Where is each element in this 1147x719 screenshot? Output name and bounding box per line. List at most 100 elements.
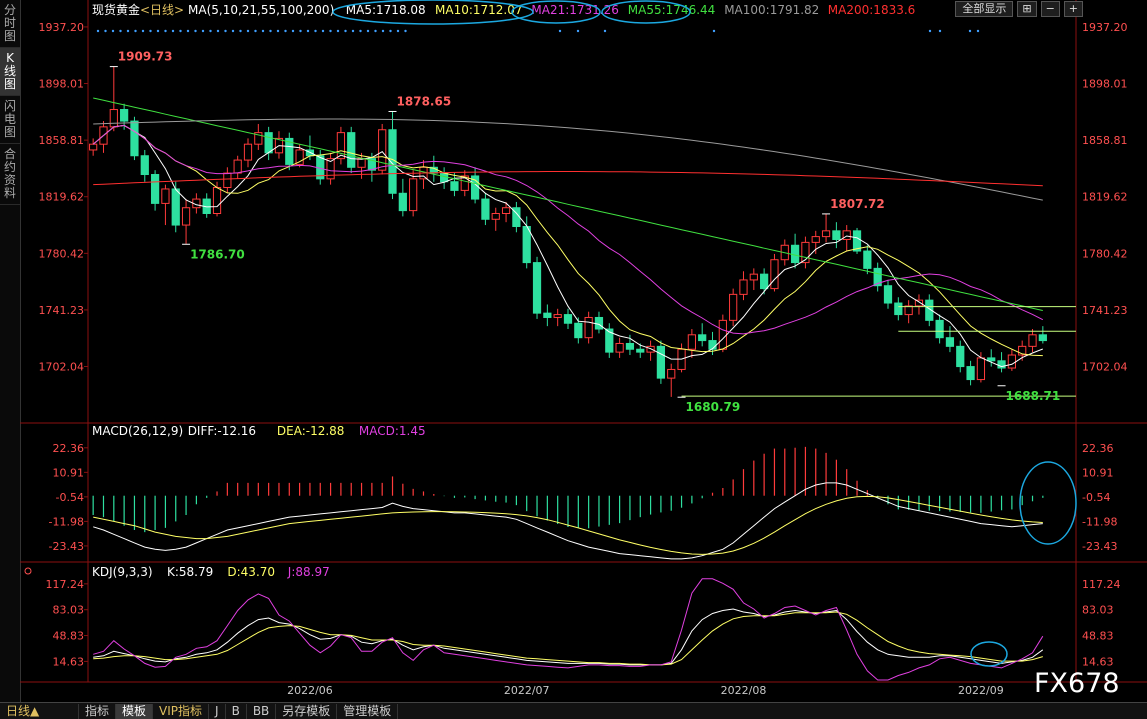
candle-body xyxy=(821,230,831,238)
bottom-tab-4[interactable]: B xyxy=(226,703,247,719)
signal-dot xyxy=(712,29,716,33)
signal-dot xyxy=(261,29,265,33)
legend-entry: MA55:1746.44 xyxy=(628,3,716,17)
candle-body xyxy=(347,132,356,168)
y-tick-label-right: 14.63 xyxy=(1082,655,1114,668)
signal-dot xyxy=(314,29,317,33)
watermark: FX678 xyxy=(1034,668,1120,699)
legend-prefix: KDJ(9,3,3) xyxy=(92,565,153,579)
candle-body xyxy=(109,109,118,128)
legend-entry: MACD:1.45 xyxy=(359,424,426,438)
y-tick-label-left: 14.63 xyxy=(53,655,85,668)
y-tick-label-left: 1741.23 xyxy=(39,304,85,317)
signal-dot xyxy=(928,29,932,33)
y-tick-label-right: 1937.20 xyxy=(1082,21,1128,34)
bottom-tab-0[interactable]: 指标 xyxy=(79,703,117,719)
top-button-0[interactable]: 全部显示 xyxy=(955,1,1014,17)
candle-body xyxy=(687,334,696,350)
candle-body xyxy=(966,366,975,381)
bottom-tab-3[interactable]: J xyxy=(209,703,226,719)
candle-body xyxy=(398,192,407,212)
candle-body xyxy=(130,120,139,157)
signal-dot xyxy=(299,29,302,33)
candle-body xyxy=(161,188,170,204)
candle-body xyxy=(481,198,490,220)
y-tick-label-right: 117.24 xyxy=(1082,578,1121,591)
candle-body xyxy=(553,314,562,318)
legend-entry: MA200:1833.6 xyxy=(828,3,916,17)
candle-body xyxy=(140,155,149,176)
signal-dot xyxy=(938,29,942,33)
candle-body xyxy=(760,273,769,290)
signal-dot xyxy=(329,29,332,33)
y-tick-label-left: 1937.20 xyxy=(39,21,85,34)
y-tick-label-left: 48.83 xyxy=(53,630,85,643)
legend-entry: DEA:-12.88 xyxy=(277,424,345,438)
candle-body xyxy=(615,342,624,353)
bottom-tab-5[interactable]: BB xyxy=(247,703,277,719)
highlight-ellipse-kdj xyxy=(970,641,1008,667)
signal-dot xyxy=(171,29,175,33)
candle-body xyxy=(842,230,851,240)
signal-dot xyxy=(291,29,295,33)
bottom-tab-1[interactable]: 模板 xyxy=(116,703,154,719)
signal-dot xyxy=(284,29,287,33)
signal-dot xyxy=(359,29,362,33)
y-tick-label-left: 83.03 xyxy=(53,604,85,617)
top-button-1[interactable]: ⊞ xyxy=(1017,1,1037,17)
bottom-tab-2[interactable]: VIP指标 xyxy=(153,703,210,719)
candle-body xyxy=(935,319,944,339)
signal-dot xyxy=(968,29,972,33)
candle-body xyxy=(739,279,748,295)
period-label[interactable]: 日线▲ xyxy=(0,703,79,719)
legend-entry: J:88.97 xyxy=(287,565,330,579)
top-button-3[interactable]: + xyxy=(1063,1,1083,17)
kdj-line-0 xyxy=(93,608,1044,666)
legend-prefix: MA(5,10,21,55,100,200) xyxy=(188,3,334,17)
candle-body xyxy=(212,187,222,215)
candle-body xyxy=(698,334,707,342)
signal-dot xyxy=(156,29,160,33)
y-tick-label-right: 83.03 xyxy=(1082,604,1114,617)
signal-dot xyxy=(96,29,100,33)
bottom-tab-7[interactable]: 管理模板 xyxy=(337,703,399,719)
signal-dot xyxy=(366,29,370,33)
y-tick-label-right: 1819.62 xyxy=(1082,191,1128,204)
candle-body xyxy=(708,340,717,350)
chart-layer: 1937.20 1937.20 1898.01 1898.01 1858.81 1858.… xyxy=(20,0,1147,697)
y-tick-label-left: -23.43 xyxy=(49,540,84,553)
signal-dot xyxy=(104,29,107,33)
y-tick-label-right: 1858.81 xyxy=(1082,134,1128,147)
legend-prefix: MACD(26,12,9) xyxy=(92,424,183,438)
signal-dot xyxy=(194,29,197,33)
candle-body xyxy=(770,259,779,290)
signal-dot xyxy=(603,29,607,33)
candle-body xyxy=(894,302,903,316)
kdj-marker-icon xyxy=(24,567,32,575)
candle-body xyxy=(171,188,180,226)
candle-body xyxy=(89,143,98,151)
y-tick-label-left: 22.36 xyxy=(53,442,85,455)
signal-dot xyxy=(396,29,400,33)
signal-dot xyxy=(209,29,212,33)
candle-body xyxy=(532,262,542,314)
bottom-tab-6[interactable]: 另存模板 xyxy=(276,703,338,719)
candle-body xyxy=(956,345,965,368)
top-button-2[interactable]: − xyxy=(1040,1,1060,17)
candle-body xyxy=(863,250,872,269)
candle-body xyxy=(749,273,758,281)
signal-dot xyxy=(976,29,980,33)
candle-body xyxy=(1028,334,1037,347)
signal-dot xyxy=(269,29,272,33)
y-tick-label-right: 1898.01 xyxy=(1082,78,1128,91)
price-annotation: 1680.79 xyxy=(686,400,741,414)
y-tick-label-right: 1702.04 xyxy=(1082,361,1128,374)
price-legend: MA(5,10,21,55,100,200) MA5:1718.08 MA10:17… xyxy=(188,3,915,17)
candle-body xyxy=(811,236,820,243)
candle-body xyxy=(636,348,645,353)
candle-body xyxy=(501,207,511,215)
candle-body xyxy=(594,316,604,330)
price-annotation: 1807.72 xyxy=(830,197,885,211)
signal-dot xyxy=(254,29,257,33)
price-annotation: 1786.70 xyxy=(190,247,245,261)
